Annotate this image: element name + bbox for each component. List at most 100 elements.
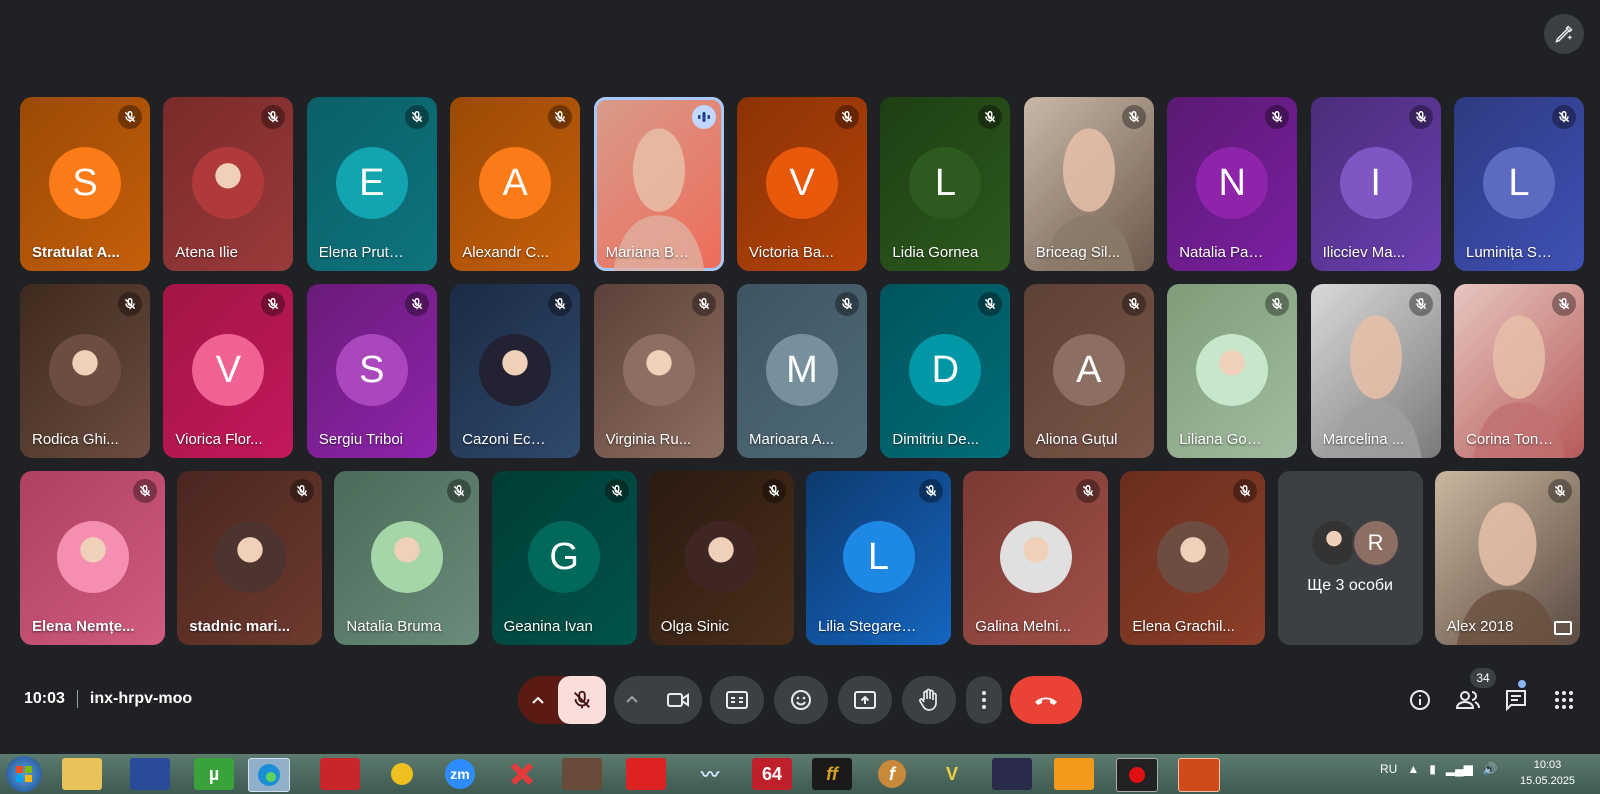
participant-tile[interactable]: S Sergiu Triboi xyxy=(306,284,437,458)
chat-button[interactable] xyxy=(1500,684,1532,716)
camera-toggle-button[interactable] xyxy=(654,676,702,724)
video-app-icon[interactable] xyxy=(992,758,1032,790)
zoom-icon[interactable]: zm xyxy=(440,758,480,790)
save-disk-icon[interactable] xyxy=(130,758,170,790)
participant-tile[interactable]: A Aliona Guțul xyxy=(1023,284,1154,458)
participant-tile[interactable]: E Elena Prute... xyxy=(306,97,437,271)
participant-photo-avatar xyxy=(685,521,758,593)
pdf-converter-icon[interactable] xyxy=(1054,758,1094,790)
participant-photo-avatar xyxy=(1156,521,1229,593)
font-app-icon[interactable]: ff xyxy=(812,758,852,790)
mic-muted-icon xyxy=(118,292,142,316)
start-button[interactable] xyxy=(6,756,42,792)
mic-muted-icon xyxy=(261,105,286,129)
participant-name: Elena Nemțe... xyxy=(32,618,135,635)
utorrent-icon[interactable]: µ xyxy=(194,758,234,790)
yellow-app-icon[interactable] xyxy=(382,758,422,790)
participant-tile[interactable]: Liliana God... xyxy=(1167,284,1298,458)
aida64-icon[interactable]: 64 xyxy=(752,758,792,790)
participant-tile[interactable]: Atena Ilie xyxy=(163,97,294,271)
present-screen-icon xyxy=(854,691,876,709)
participant-tile[interactable]: Olga Sinic xyxy=(648,471,794,645)
participant-tile[interactable]: G Geanina Ivan xyxy=(491,471,637,645)
mic-toggle-button[interactable] xyxy=(558,676,606,724)
record-app-icon[interactable] xyxy=(1116,758,1158,792)
participant-tile[interactable]: Elena Grachil... xyxy=(1120,471,1266,645)
powerpoint-icon[interactable] xyxy=(1178,758,1220,792)
participant-tile[interactable]: N Natalia Pan... xyxy=(1167,97,1298,271)
participant-tile[interactable]: Galina Melni... xyxy=(963,471,1109,645)
mic-muted-icon xyxy=(447,479,472,503)
participant-tile[interactable]: Marcelina ... xyxy=(1310,284,1441,458)
audio-app-icon[interactable]: 〰 xyxy=(690,758,730,790)
fx-app-icon[interactable]: f xyxy=(872,758,912,790)
info-icon xyxy=(1410,690,1430,710)
participant-tile[interactable]: V Victoria Ba... xyxy=(737,97,867,271)
mic-muted-icon xyxy=(548,292,573,316)
pip-icon[interactable] xyxy=(1553,621,1572,635)
captions-button[interactable] xyxy=(710,676,764,724)
participant-tile[interactable]: Cazoni Eca... xyxy=(450,284,581,458)
media-app-icon[interactable] xyxy=(562,758,602,790)
participant-tile[interactable]: V Viorica Flor... xyxy=(163,284,294,458)
network-icon[interactable]: ▮ xyxy=(1429,762,1436,776)
meeting-details-button[interactable] xyxy=(1404,684,1436,716)
mic-muted-icon xyxy=(548,105,573,129)
end-call-button[interactable] xyxy=(1010,676,1082,724)
participant-tile[interactable]: A Alexandr C... xyxy=(450,97,581,271)
mic-muted-icon xyxy=(761,479,786,503)
language-indicator[interactable]: RU xyxy=(1380,762,1397,776)
participant-tile[interactable]: Briceag Sil... xyxy=(1023,97,1154,271)
explorer-icon[interactable] xyxy=(62,758,102,790)
more-participants-avatars: R xyxy=(1309,519,1400,567)
mic-muted-icon xyxy=(978,105,1003,129)
more-participants-tile[interactable]: R Ще 3 особи xyxy=(1277,471,1423,645)
participant-tile[interactable]: Rodica Ghi... xyxy=(20,284,150,458)
red-app-icon[interactable] xyxy=(320,758,360,790)
mic-muted-icon xyxy=(1408,105,1433,129)
participant-tile[interactable]: Alex 2018 xyxy=(1434,471,1580,645)
end-call-icon xyxy=(1035,697,1057,705)
participant-tile[interactable]: Corina Toni... xyxy=(1454,284,1584,458)
participant-initial-avatar: L xyxy=(842,521,915,593)
edge-browser-icon[interactable] xyxy=(248,758,290,792)
participant-tile[interactable]: L Luminița Se... xyxy=(1454,97,1584,271)
participant-tile[interactable]: Natalia Bruma xyxy=(334,471,480,645)
present-button[interactable] xyxy=(838,676,892,724)
mic-muted-icon xyxy=(835,292,859,316)
activities-button[interactable] xyxy=(1548,684,1580,716)
edit-icon[interactable] xyxy=(1544,14,1584,54)
participant-photo-avatar xyxy=(622,334,695,406)
participant-tile[interactable]: L Lilia Stegares... xyxy=(806,471,951,645)
tray-expand-icon[interactable]: ▲ xyxy=(1407,762,1419,776)
participant-photo-avatar xyxy=(56,521,129,593)
participant-tile[interactable]: D Dimitriu De... xyxy=(880,284,1011,458)
signal-icon[interactable]: ▂▄▆ xyxy=(1446,762,1473,776)
volume-icon[interactable]: 🔊 xyxy=(1483,762,1498,776)
camera-options-button[interactable] xyxy=(626,690,638,708)
mic-muted-icon xyxy=(1552,105,1576,129)
participant-tile[interactable]: L Lidia Gornea xyxy=(880,97,1011,271)
participant-tile[interactable]: M Marioara A... xyxy=(737,284,867,458)
participant-tile[interactable]: Virginia Ru... xyxy=(593,284,724,458)
participant-tile[interactable]: I Ilicciev Ma... xyxy=(1310,97,1441,271)
participant-tile[interactable]: stadnic mari... xyxy=(177,471,323,645)
pdf-reader-icon[interactable] xyxy=(626,758,666,790)
people-button[interactable] xyxy=(1452,684,1484,716)
reactions-button[interactable] xyxy=(774,676,828,724)
participant-tile[interactable]: Mariana Ba... xyxy=(593,97,724,271)
raise-hand-button[interactable] xyxy=(902,676,956,724)
participant-name: Marcelina ... xyxy=(1322,431,1405,448)
participant-tile[interactable]: Elena Nemțe... xyxy=(20,471,165,645)
more-options-button[interactable] xyxy=(966,676,1002,724)
tray-clock[interactable]: 10:03 15.05.2025 xyxy=(1520,757,1575,789)
xmind-icon[interactable] xyxy=(502,758,542,790)
participant-photo-avatar xyxy=(1309,519,1358,567)
participant-name: Sergiu Triboi xyxy=(318,431,404,448)
participant-tile[interactable]: S Stratulat A... xyxy=(20,97,150,271)
participant-name: Elena Grachil... xyxy=(1132,618,1235,635)
chat-notification-dot xyxy=(1518,680,1526,688)
vk-app-icon[interactable]: V xyxy=(932,758,972,790)
mic-options-button[interactable] xyxy=(528,690,548,710)
chevron-up-icon xyxy=(626,695,638,703)
